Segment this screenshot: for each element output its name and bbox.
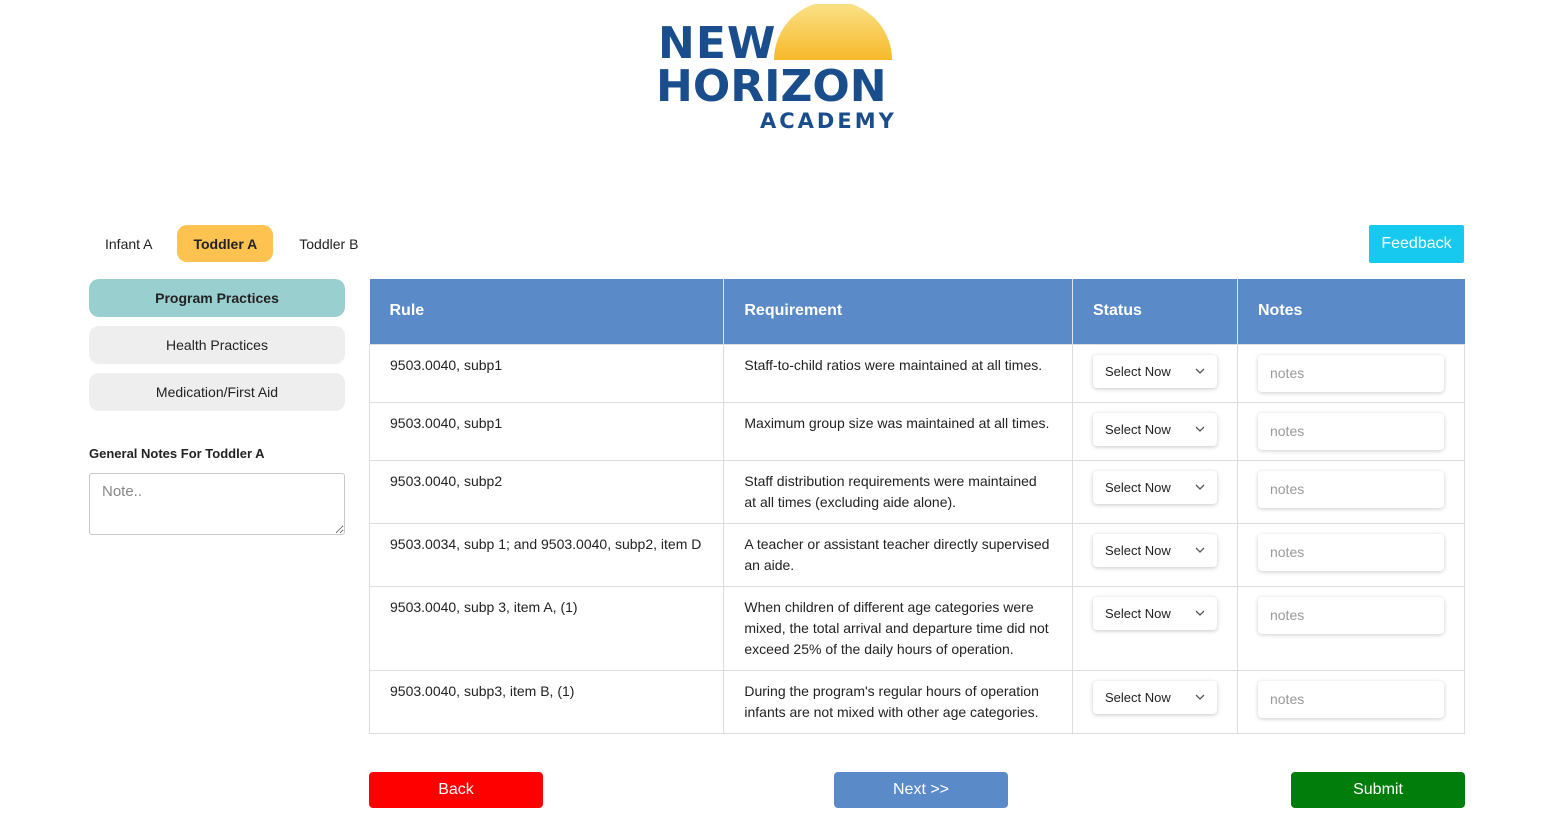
- cell-rule: 9503.0040, subp1: [368, 401, 725, 461]
- chevron-down-icon: [1195, 484, 1205, 490]
- general-notes-label: General Notes For Toddler A: [89, 446, 265, 461]
- status-select[interactable]: Select Now: [1092, 354, 1217, 388]
- status-select-value: Select Now: [1104, 542, 1171, 558]
- chevron-down-icon: [1195, 368, 1205, 374]
- tab-infant-a[interactable]: Infant A: [89, 225, 168, 262]
- notes-input[interactable]: [1257, 533, 1444, 571]
- cell-notes: [1236, 522, 1466, 587]
- status-select-value: Select Now: [1104, 605, 1171, 621]
- status-select-value: Select Now: [1104, 689, 1171, 705]
- status-select-value: Select Now: [1104, 421, 1171, 437]
- notes-input[interactable]: [1257, 680, 1444, 718]
- cell-rule: 9503.0040, subp3, item B, (1): [368, 669, 725, 734]
- status-select[interactable]: Select Now: [1092, 412, 1217, 446]
- cell-status: Select Now: [1071, 401, 1238, 461]
- cell-requirement: When children of different age categorie…: [723, 585, 1073, 671]
- logo-text-academy: ACADEMY: [760, 109, 897, 133]
- cell-requirement: Staff distribution requirements were mai…: [723, 459, 1073, 524]
- chevron-down-icon: [1195, 694, 1205, 700]
- cell-notes: [1236, 459, 1466, 524]
- cell-requirement: Maximum group size was maintained at all…: [723, 401, 1073, 461]
- chevron-down-icon: [1195, 547, 1205, 553]
- cell-requirement: During the program's regular hours of op…: [723, 669, 1073, 734]
- status-select[interactable]: Select Now: [1092, 470, 1217, 504]
- table-row: 9503.0040, subp2 Staff distribution requi…: [368, 459, 1466, 524]
- status-select[interactable]: Select Now: [1092, 680, 1217, 714]
- feedback-button[interactable]: Feedback: [1369, 225, 1464, 263]
- back-button[interactable]: Back: [369, 772, 543, 808]
- cell-status: Select Now: [1071, 459, 1238, 524]
- cell-status: Select Now: [1071, 585, 1238, 671]
- cell-notes: [1236, 669, 1466, 734]
- chevron-down-icon: [1195, 610, 1205, 616]
- notes-input[interactable]: [1257, 412, 1444, 450]
- table-row: 9503.0040, subp1 Maximum group size was m…: [368, 401, 1466, 461]
- cell-notes: [1236, 401, 1466, 461]
- tab-toddler-a[interactable]: Toddler A: [177, 225, 274, 262]
- cell-rule: 9503.0034, subp 1; and 9503.0040, subp2,…: [368, 522, 725, 587]
- logo-text-new: NEW: [658, 18, 777, 69]
- table-row: 9503.0034, subp 1; and 9503.0040, subp2,…: [368, 522, 1466, 587]
- table-row: 9503.0040, subp 3, item A, (1) When child…: [368, 585, 1466, 671]
- header-notes: Notes: [1237, 279, 1465, 344]
- classroom-tabs: Infant A Toddler A Toddler B: [89, 225, 374, 262]
- chevron-down-icon: [1195, 426, 1205, 432]
- table-header-row: Rule Requirement Status Notes: [369, 279, 1465, 344]
- academy-logo: NEW HORIZON ACADEMY: [656, 4, 896, 132]
- cell-requirement: Staff-to-child ratios were maintained at…: [723, 343, 1073, 403]
- cell-rule: 9503.0040, subp 3, item A, (1): [368, 585, 725, 671]
- cell-notes: [1236, 343, 1466, 403]
- sidebar-item-medication-first-aid[interactable]: Medication/First Aid: [89, 373, 345, 411]
- submit-button[interactable]: Submit: [1291, 772, 1465, 808]
- notes-input[interactable]: [1257, 596, 1444, 634]
- rules-table: Rule Requirement Status Notes 9503.0040,…: [368, 279, 1466, 734]
- notes-input[interactable]: [1257, 470, 1444, 508]
- cell-rule: 9503.0040, subp1: [368, 343, 725, 403]
- cell-status: Select Now: [1071, 343, 1238, 403]
- status-select[interactable]: Select Now: [1092, 533, 1217, 567]
- tab-toddler-b[interactable]: Toddler B: [283, 225, 374, 262]
- header-rule: Rule: [369, 279, 725, 344]
- general-notes-textarea[interactable]: [89, 473, 345, 535]
- cell-status: Select Now: [1071, 669, 1238, 734]
- status-select-value: Select Now: [1104, 479, 1171, 495]
- header-requirement: Requirement: [723, 279, 1073, 344]
- table-row: 9503.0040, subp1 Staff-to-child ratios we…: [368, 343, 1466, 403]
- notes-input[interactable]: [1257, 354, 1444, 392]
- next-button[interactable]: Next >>: [834, 772, 1008, 808]
- cell-requirement: A teacher or assistant teacher directly …: [723, 522, 1073, 587]
- status-select-value: Select Now: [1104, 363, 1171, 379]
- status-select[interactable]: Select Now: [1092, 596, 1217, 630]
- sidebar-item-health-practices[interactable]: Health Practices: [89, 326, 345, 364]
- table-row: 9503.0040, subp3, item B, (1) During the …: [368, 669, 1466, 734]
- cell-status: Select Now: [1071, 522, 1238, 587]
- logo-text-horizon: HORIZON: [656, 61, 887, 112]
- sidebar-item-program-practices[interactable]: Program Practices: [89, 279, 345, 317]
- cell-rule: 9503.0040, subp2: [368, 459, 725, 524]
- header-status: Status: [1072, 279, 1238, 344]
- cell-notes: [1236, 585, 1466, 671]
